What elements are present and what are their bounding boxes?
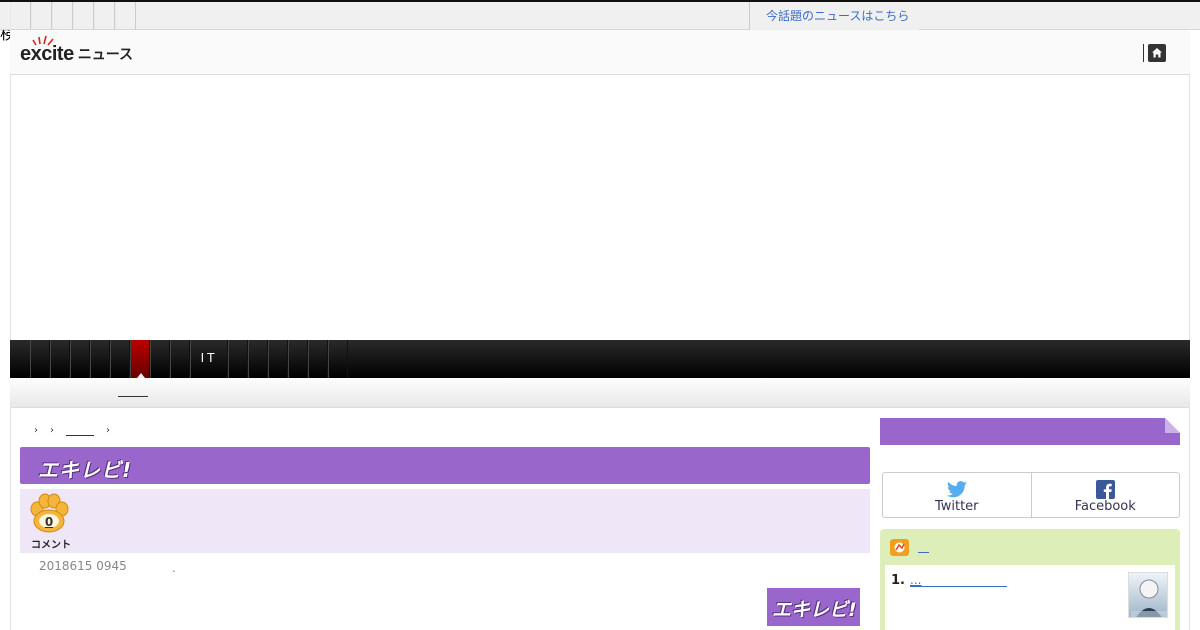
nav-item[interactable] [308,340,328,378]
exci-review-logo-text: エキレビ! [772,599,857,621]
hot-news-link[interactable]: 今話題のニュースはこちら [749,2,919,30]
nav-item[interactable] [328,340,348,378]
breadcrumb-separator: › [34,425,38,436]
comment-button[interactable]: 0 [28,493,70,533]
facebook-share-button[interactable]: Facebook [1030,473,1180,517]
nav-item[interactable] [90,340,110,378]
home-button[interactable] [1148,44,1166,62]
nav-item-it[interactable]: IT [190,340,228,378]
ranking-header-link[interactable] [918,539,929,553]
logo-excite: excite [20,43,74,65]
ranking-list: 1. ... [885,565,1175,630]
ranking-thumbnail-image [1131,579,1167,617]
breadcrumb-separator: › [50,425,54,436]
facebook-icon [1095,480,1115,499]
top-tab[interactable] [94,2,115,30]
sidebar-header [880,418,1180,445]
logo-rays-icon [32,35,54,46]
comment-panel: 0 コメント [20,489,870,553]
ranking-icon [890,539,909,556]
ranking-thumbnail[interactable] [1128,572,1168,618]
top-tabs [10,2,136,30]
breadcrumb-separator: › [106,425,110,436]
nav-item[interactable] [228,340,248,378]
twitter-icon [946,481,967,498]
twitter-share-button[interactable]: Twitter [883,473,1031,517]
home-icon [1152,48,1162,58]
section-banner: エキレビ! [20,447,870,484]
breadcrumb-link[interactable] [66,426,94,436]
nav-item[interactable] [248,340,268,378]
nav-item[interactable] [50,340,70,378]
ranking-number: 1. [891,573,905,588]
nav-item[interactable] [70,340,90,378]
publish-date: 2018615 0945 [39,559,127,573]
excite-news-logo[interactable]: excite ニュース [20,35,134,65]
nav-item[interactable] [110,340,130,378]
nav-item[interactable] [150,340,170,378]
section-title: エキレビ! [38,458,133,482]
site-header: excite ニュース [10,30,1190,75]
facebook-label: Facebook [1074,499,1136,514]
twitter-label: Twitter [934,499,979,514]
nav-item-active[interactable] [130,340,150,378]
top-tab[interactable] [73,2,94,30]
top-tab[interactable] [10,2,31,30]
ranking-panel: 1. ... [880,529,1180,630]
nav-item[interactable] [170,340,190,378]
ad-area [10,75,1190,340]
share-buttons: Twitter Facebook [882,472,1180,518]
nav-item[interactable] [268,340,288,378]
corner-fold-icon [1165,418,1180,433]
nav-item[interactable] [30,340,50,378]
category-nav: IT [10,340,1190,378]
sub-nav-link[interactable] [118,396,148,397]
breadcrumb: › › › [34,425,110,436]
top-tab[interactable] [31,2,52,30]
sub-nav [10,378,1190,408]
exci-review-logo[interactable]: エキレビ! [767,588,860,626]
nav-item[interactable] [288,340,308,378]
top-tab[interactable] [115,2,136,30]
date-suffix: . [172,561,176,575]
top-tab[interactable] [52,2,73,30]
top-bar: 今話題のニュースはこちら [0,0,1200,30]
ranking-item-link[interactable]: ... [910,573,1007,587]
logo-news: ニュース [77,47,134,63]
comment-label: コメント [31,540,71,551]
ranking-badge-icon [894,542,905,553]
header-divider [1143,44,1144,62]
comment-count[interactable]: 0 [28,515,70,529]
